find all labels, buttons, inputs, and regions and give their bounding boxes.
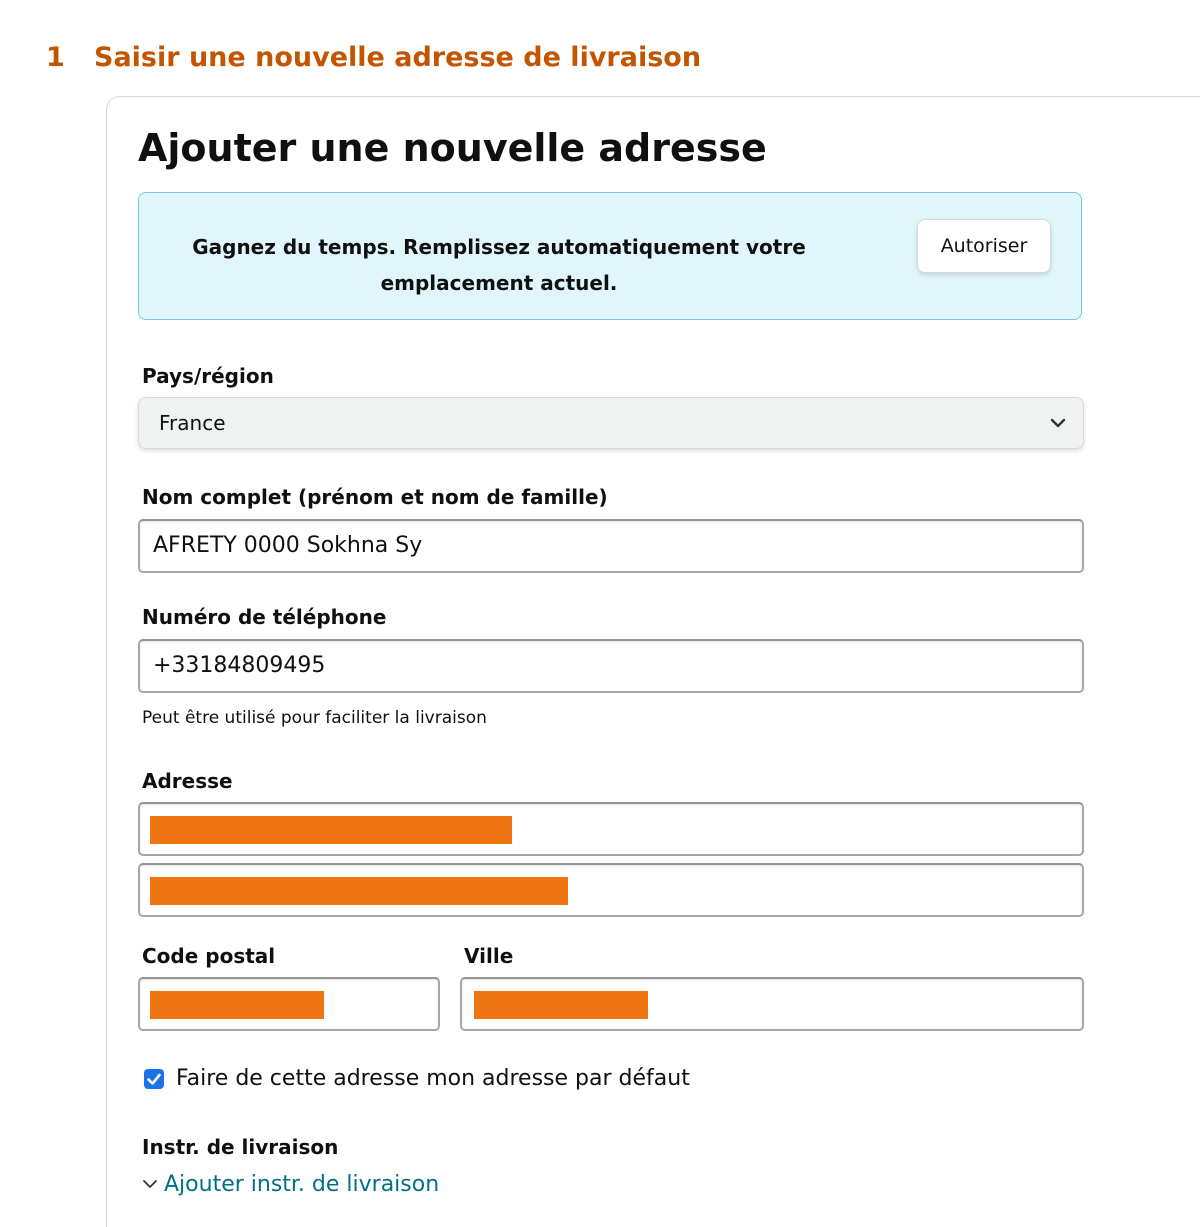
country-select[interactable]: France [138,397,1084,449]
address-label: Adresse [142,769,233,793]
postal-code-input[interactable] [138,977,440,1031]
full-name-value: AFRETY 0000 Sokhna Sy [153,533,423,558]
add-delivery-instructions-label: Ajouter instr. de livraison [164,1172,440,1197]
city-input[interactable] [460,977,1084,1031]
phone-hint: Peut être utilisé pour faciliter la livr… [142,708,487,728]
add-delivery-instructions-link[interactable]: Ajouter instr. de livraison [142,1172,439,1197]
step-number: 1 [46,42,65,73]
address-line1-input[interactable] [138,802,1084,856]
step-heading: 1 Saisir une nouvelle adresse de livraiso… [46,42,701,73]
country-label: Pays/région [142,364,274,388]
step-title: Saisir une nouvelle adresse de livraison [94,42,702,73]
redaction-block [150,991,324,1019]
card-title: Ajouter une nouvelle adresse [138,126,767,170]
autofill-banner-text: Gagnez du temps. Remplissez automatiquem… [192,235,806,295]
redaction-block [150,816,512,844]
chevron-down-icon [1050,418,1066,428]
checkmark-icon [147,1073,161,1085]
phone-label: Numéro de téléphone [142,605,387,629]
phone-input[interactable]: +33184809495 [138,639,1084,693]
postal-code-label: Code postal [142,944,276,968]
autofill-banner: Gagnez du temps. Remplissez automatiquem… [138,192,1082,320]
allow-location-button[interactable]: Autoriser [917,219,1051,273]
full-name-input[interactable]: AFRETY 0000 Sokhna Sy [138,519,1084,573]
default-address-label: Faire de cette adresse mon adresse par d… [176,1066,690,1091]
redaction-block [474,991,648,1019]
city-label: Ville [464,944,514,968]
country-select-value: France [159,411,226,435]
phone-value: +33184809495 [153,653,326,678]
redaction-block [150,877,568,905]
full-name-label: Nom complet (prénom et nom de famille) [142,485,608,509]
chevron-down-icon [143,1180,157,1188]
default-address-checkbox[interactable] [144,1069,164,1089]
delivery-instructions-label: Instr. de livraison [142,1135,339,1159]
address-line2-input[interactable] [138,863,1084,917]
